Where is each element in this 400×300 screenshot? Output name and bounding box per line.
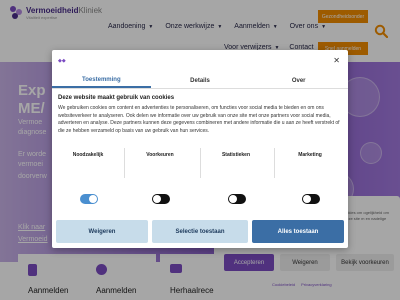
consent-heading: Deze website maakt gebruik van cookies xyxy=(58,95,175,101)
divider xyxy=(200,148,201,178)
consent-body: We gebruiken cookies om content en adver… xyxy=(58,105,340,134)
allow-selection-button[interactable]: Selectie toestaan xyxy=(152,220,248,243)
toggle-statistieken[interactable] xyxy=(228,194,246,204)
toggle-voorkeuren[interactable] xyxy=(152,194,170,204)
category-noodzakelijk: Noodzakelijk xyxy=(72,152,104,158)
category-voorkeuren: Voorkeuren xyxy=(146,152,174,158)
close-icon[interactable]: ✕ xyxy=(333,56,340,65)
toggle-marketing[interactable] xyxy=(302,194,320,204)
tab-details[interactable]: Details xyxy=(151,74,250,88)
divider xyxy=(124,148,125,178)
divider xyxy=(274,148,275,178)
deny-button[interactable]: Weigeren xyxy=(56,220,148,243)
toggle-noodzakelijk[interactable] xyxy=(80,194,98,204)
consent-tabs: Toestemming Details Over xyxy=(52,74,348,89)
category-statistieken: Statistieken xyxy=(221,152,251,158)
cookiebot-logo-icon: ◆◆ xyxy=(58,58,66,64)
category-marketing: Marketing xyxy=(298,152,322,158)
tab-toestemming[interactable]: Toestemming xyxy=(52,74,151,88)
tab-over[interactable]: Over xyxy=(249,74,348,88)
allow-all-button[interactable]: Alles toestaan xyxy=(252,220,344,243)
cookie-consent-dialog: ◆◆ ✕ Toestemming Details Over Deze websi… xyxy=(52,50,348,248)
